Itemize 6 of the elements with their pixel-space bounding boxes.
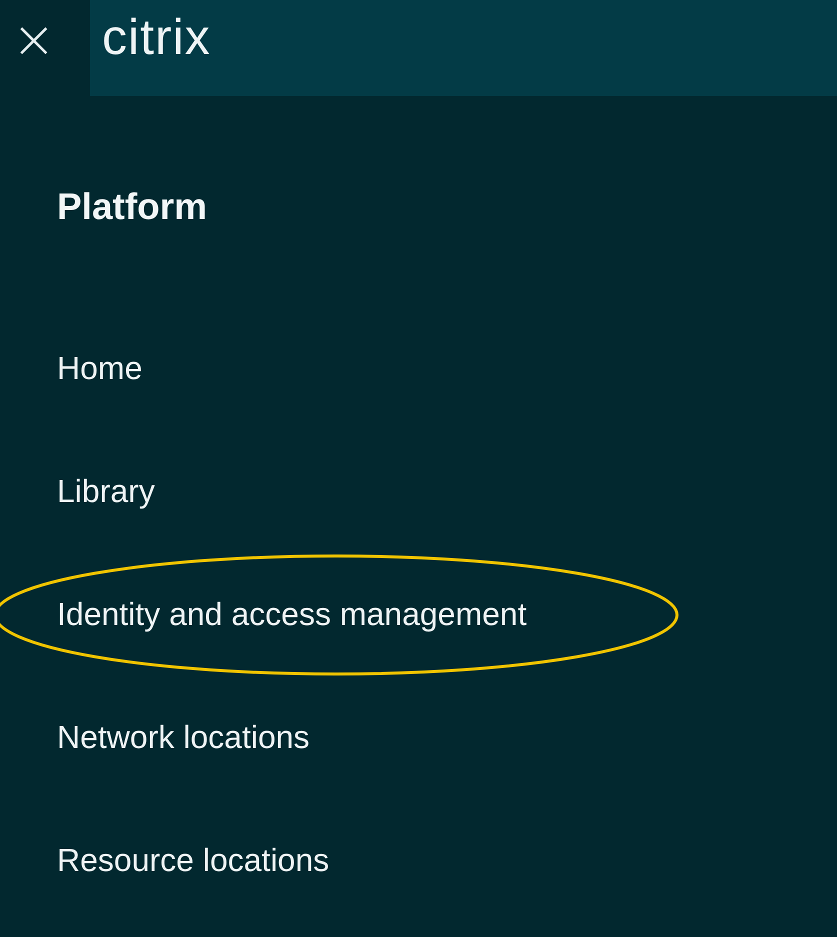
logo: citrix [102, 12, 211, 62]
nav-item[interactable]: Library [57, 473, 155, 509]
nav-item[interactable]: Resource locations [57, 842, 330, 878]
nav-item[interactable]: Home [57, 350, 142, 386]
nav-item[interactable]: Network locations [57, 719, 310, 755]
section-title: Platform [57, 188, 208, 225]
